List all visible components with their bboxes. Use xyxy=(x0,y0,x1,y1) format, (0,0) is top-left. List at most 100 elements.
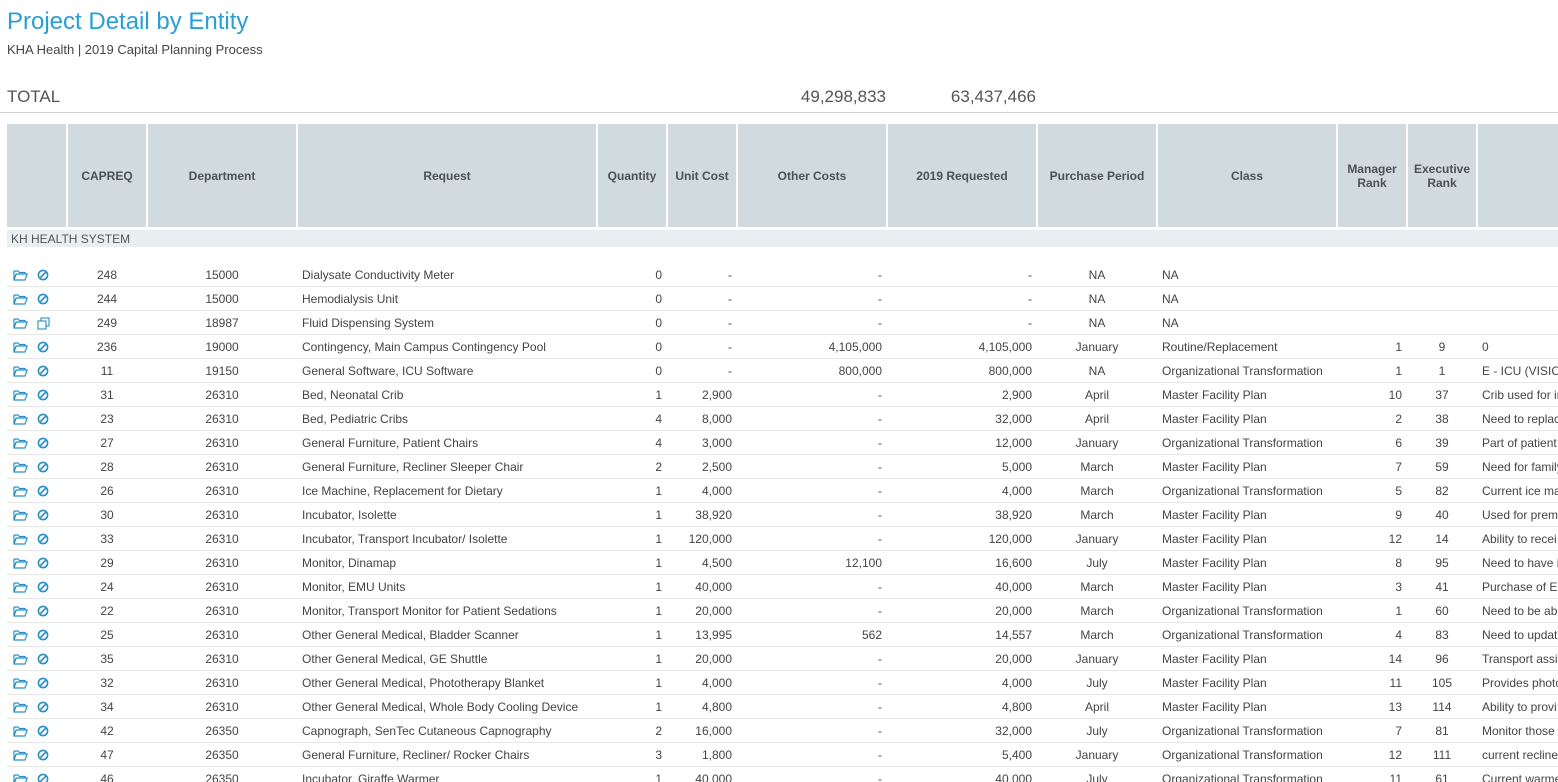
table-row[interactable]: 244 15000 Hemodialysis Unit 0- - - NA NA xyxy=(7,286,1558,311)
table-row[interactable]: 26 26310 Ice Machine, Replacement for Diet… xyxy=(7,478,1558,503)
cancel-icon[interactable] xyxy=(37,629,49,641)
table-row[interactable]: 33 26310 Incubator, Transport Incubator/ I… xyxy=(7,526,1558,551)
table-row[interactable]: 46 26350 Incubator, Giraffe Warmer 1 40,000-… xyxy=(7,766,1558,782)
cancel-icon[interactable] xyxy=(37,533,49,545)
requested-cell: 800,000 xyxy=(887,358,1037,383)
folder-open-icon[interactable] xyxy=(13,773,28,782)
cancel-icon[interactable] xyxy=(37,509,49,521)
requested-cell: 32,000 xyxy=(887,718,1037,743)
manager-rank-cell: 1 xyxy=(1337,598,1407,623)
col-other-costs[interactable]: Other Costs xyxy=(737,124,888,227)
folder-open-icon[interactable] xyxy=(13,461,28,473)
col-department[interactable]: Department xyxy=(147,124,298,227)
folder-open-icon[interactable] xyxy=(13,581,28,593)
requested-cell: 20,000 xyxy=(887,598,1037,623)
cancel-icon[interactable] xyxy=(37,365,49,377)
cancel-icon[interactable] xyxy=(37,437,49,449)
table-row[interactable]: 248 15000 Dialysate Conductivity Meter 0- - -… xyxy=(7,263,1558,287)
cancel-icon[interactable] xyxy=(37,653,49,665)
cancel-icon[interactable] xyxy=(37,389,49,401)
folder-open-icon[interactable] xyxy=(13,629,28,641)
cancel-icon[interactable] xyxy=(37,677,49,689)
folder-open-icon[interactable] xyxy=(13,437,28,449)
cancel-icon[interactable] xyxy=(37,749,49,761)
cancel-icon[interactable] xyxy=(37,605,49,617)
col-executive-rank[interactable]: Executive Rank xyxy=(1407,124,1478,227)
folder-open-icon[interactable] xyxy=(13,293,28,305)
quantity-cell: 2 xyxy=(597,718,667,743)
table-row[interactable]: 249 18987 Fluid Dispensing System 0- - - NA NA xyxy=(7,310,1558,335)
cancel-icon[interactable] xyxy=(37,341,49,353)
table-row[interactable]: 47 26350 General Furniture, Recliner/ Rock… xyxy=(7,742,1558,767)
folder-open-icon[interactable] xyxy=(13,653,28,665)
col-purchase-period[interactable]: Purchase Period xyxy=(1037,124,1158,227)
folder-open-icon[interactable] xyxy=(13,557,28,569)
col-class[interactable]: Class xyxy=(1157,124,1338,227)
table-row[interactable]: 23 26310 Bed, Pediatric Cribs 4 8,000-32,000… xyxy=(7,406,1558,431)
table-row[interactable]: 30 26310 Incubator, Isolette 1 38,920-38,920… xyxy=(7,502,1558,527)
cancel-icon[interactable] xyxy=(37,293,49,305)
other-costs-cell: 4,105,000 xyxy=(737,334,887,359)
col-notes[interactable] xyxy=(1477,124,1558,227)
table-row[interactable]: 35 26310 Other General Medical, GE Shuttle… xyxy=(7,646,1558,671)
folder-open-icon[interactable] xyxy=(13,533,28,545)
table-row[interactable]: 31 26310 Bed, Neonatal Crib 1 2,900-2,900 Apr… xyxy=(7,382,1558,407)
request-cell: Other General Medical, GE Shuttle xyxy=(297,646,597,671)
folder-open-icon[interactable] xyxy=(13,509,28,521)
unit-cost-cell: 4,000 xyxy=(667,670,737,695)
cancel-icon[interactable] xyxy=(37,557,49,569)
cancel-icon[interactable] xyxy=(37,701,49,713)
executive-rank-cell: 83 xyxy=(1407,622,1477,647)
folder-open-icon[interactable] xyxy=(13,365,28,377)
cancel-icon[interactable] xyxy=(37,461,49,473)
table-row[interactable]: 24 26310 Monitor, EMU Units 1 40,000-40,000 M… xyxy=(7,574,1558,599)
folder-open-icon[interactable] xyxy=(13,725,28,737)
executive-rank-cell: 105 xyxy=(1407,670,1477,695)
folder-open-icon[interactable] xyxy=(13,677,28,689)
cancel-icon[interactable] xyxy=(37,773,49,782)
table-row[interactable]: 29 26310 Monitor, Dinamap 1 4,500 12,100 16,60… xyxy=(7,550,1558,575)
executive-rank-cell: 1 xyxy=(1407,358,1477,383)
folder-open-icon[interactable] xyxy=(13,485,28,497)
manager-rank-cell xyxy=(1337,310,1407,335)
folder-open-icon[interactable] xyxy=(13,413,28,425)
folder-open-icon[interactable] xyxy=(13,317,28,329)
folder-open-icon[interactable] xyxy=(13,341,28,353)
cancel-icon[interactable] xyxy=(37,725,49,737)
folder-open-icon[interactable] xyxy=(13,749,28,761)
quantity-cell: 1 xyxy=(597,478,667,503)
table-row[interactable]: 25 26310 Other General Medical, Bladder Sc… xyxy=(7,622,1558,647)
requested-cell: 40,000 xyxy=(887,574,1037,599)
cancel-icon[interactable] xyxy=(37,485,49,497)
requested-cell: 4,105,000 xyxy=(887,334,1037,359)
folder-open-icon[interactable] xyxy=(13,269,28,281)
folder-open-icon[interactable] xyxy=(13,605,28,617)
copy-icon[interactable] xyxy=(37,317,50,330)
department-cell: 26310 xyxy=(147,454,297,479)
col-2019-requested[interactable]: 2019 Requested xyxy=(887,124,1038,227)
folder-open-icon[interactable] xyxy=(13,389,28,401)
col-request[interactable]: Request xyxy=(297,124,598,227)
unit-cost-cell: 4,500 xyxy=(667,550,737,575)
col-manager-rank[interactable]: Manager Rank xyxy=(1337,124,1408,227)
manager-rank-cell: 6 xyxy=(1337,430,1407,455)
request-cell: Bed, Neonatal Crib xyxy=(297,382,597,407)
folder-open-icon[interactable] xyxy=(13,701,28,713)
requested-cell: 20,000 xyxy=(887,646,1037,671)
purchase-period-cell: January xyxy=(1037,334,1157,359)
col-quantity[interactable]: Quantity xyxy=(597,124,668,227)
cancel-icon[interactable] xyxy=(37,269,49,281)
table-row[interactable]: 34 26310 Other General Medical, Whole Body… xyxy=(7,694,1558,719)
table-row[interactable]: 32 26310 Other General Medical, Photothera… xyxy=(7,670,1558,695)
table-row[interactable]: 236 19000 Contingency, Main Campus Conting… xyxy=(7,334,1558,359)
col-capreq[interactable]: CAPREQ xyxy=(67,124,148,227)
cancel-icon[interactable] xyxy=(37,413,49,425)
col-unit-cost[interactable]: Unit Cost xyxy=(667,124,738,227)
table-row[interactable]: 27 26310 General Furniture, Patient Chairs… xyxy=(7,430,1558,455)
table-row[interactable]: 11 19150 General Software, ICU Software 0-8… xyxy=(7,358,1558,383)
table-row[interactable]: 28 26310 General Furniture, Recliner Sleep… xyxy=(7,454,1558,479)
table-row[interactable]: 22 26310 Monitor, Transport Monitor for Pa… xyxy=(7,598,1558,623)
table-row[interactable]: 42 26350 Capnograph, SenTec Cutaneous Capn… xyxy=(7,718,1558,743)
quantity-cell: 3 xyxy=(597,742,667,767)
cancel-icon[interactable] xyxy=(37,581,49,593)
